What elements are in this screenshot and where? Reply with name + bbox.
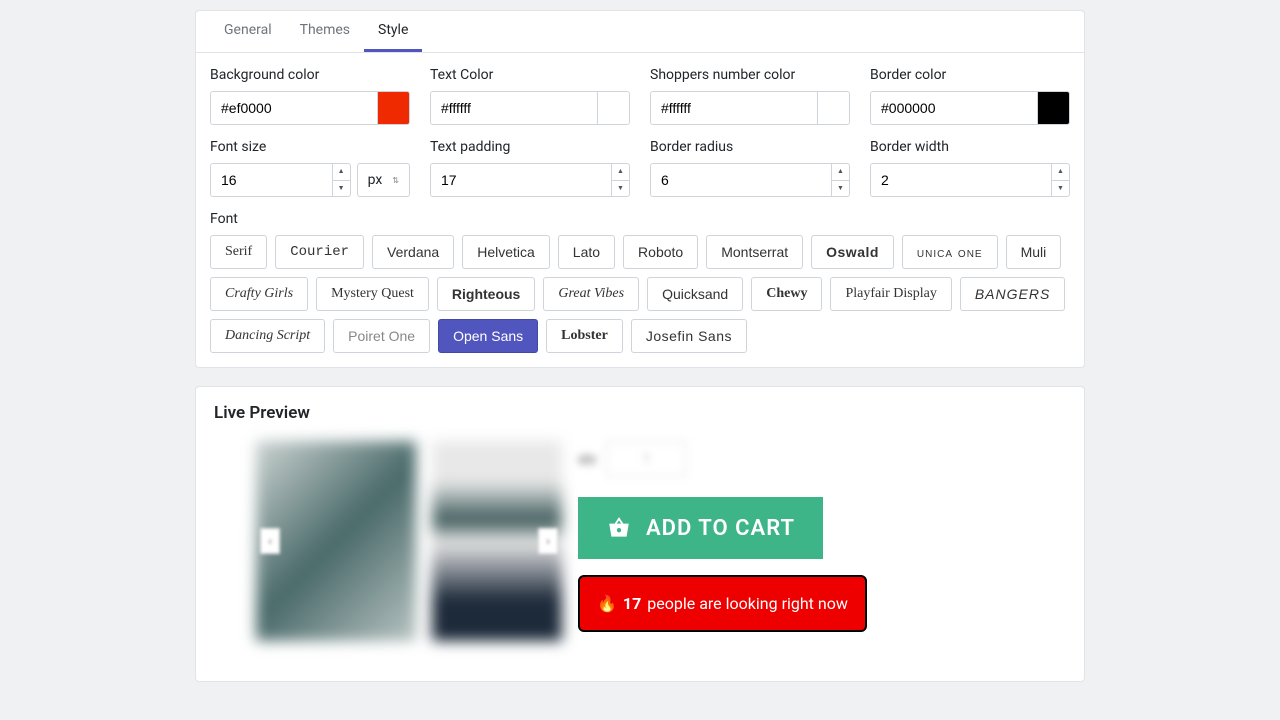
border-color-swatch[interactable] [1037,92,1069,124]
font-option-crafty-girls[interactable]: Crafty Girls [210,277,308,311]
font-option-serif[interactable]: Serif [210,235,267,269]
chevron-up-icon[interactable]: ▲ [333,164,350,181]
chevron-down-icon[interactable]: ▼ [612,181,629,197]
border-width-spinner[interactable]: ▲▼ [1051,164,1069,196]
field-border-color: Border color [870,67,1070,125]
font-option-unica-one[interactable]: unica one [902,235,998,269]
chevron-down-icon[interactable]: ▼ [333,181,350,197]
label-fsize: Font size [210,139,410,155]
label-border: Border color [870,67,1070,83]
bg-color-input[interactable] [211,92,377,124]
font-option-open-sans[interactable]: Open Sans [438,319,538,353]
label-bg: Background color [210,67,410,83]
shoppers-color-swatch[interactable] [817,92,849,124]
font-option-lobster[interactable]: Lobster [546,319,623,353]
font-option-quicksand[interactable]: Quicksand [647,277,743,311]
font-option-dancing-script[interactable]: Dancing Script [210,319,325,353]
field-text-color: Text Color [430,67,630,125]
shoppers-notice: 🔥 17 people are looking right now [578,575,867,632]
font-option-lato[interactable]: Lato [558,235,615,269]
font-picker: SerifCourierVerdanaHelveticaLatoRobotoMo… [210,235,1070,353]
gallery-prev-button[interactable]: ‹ [260,528,280,554]
border-radius-input[interactable] [651,164,831,196]
field-shoppers-color: Shoppers number color [650,67,850,125]
unit-value: px [368,172,383,188]
chevron-down-icon[interactable]: ▼ [832,181,849,197]
font-option-montserrat[interactable]: Montserrat [706,235,803,269]
tabs: General Themes Style [196,11,1084,53]
chevron-up-icon[interactable]: ▲ [612,164,629,181]
border-radius-spinner[interactable]: ▲▼ [831,164,849,196]
text-color-input[interactable] [431,92,597,124]
add-to-cart-button[interactable]: ADD TO CART [578,497,823,559]
font-size-unit-select[interactable]: px ⇅ [357,163,410,197]
label-text: Text Color [430,67,630,83]
label-font: Font [210,211,1070,227]
qty-label: qty [578,452,596,467]
font-size-spinner[interactable]: ▲▼ [332,164,350,196]
preview-title: Live Preview [196,387,1084,431]
shoppers-text: people are looking right now [647,594,848,613]
tab-style[interactable]: Style [364,11,422,52]
caret-icon: ⇅ [392,176,399,185]
border-width-input[interactable] [871,164,1051,196]
font-option-righteous[interactable]: Righteous [437,277,535,311]
label-shoppers: Shoppers number color [650,67,850,83]
bg-color-swatch[interactable] [377,92,409,124]
style-panel: General Themes Style Background color Te… [195,10,1085,368]
label-bwidth: Border width [870,139,1070,155]
chevron-down-icon[interactable]: ▼ [1052,181,1069,197]
product-gallery: ‹ › [256,441,562,641]
field-text-padding: Text padding ▲▼ [430,139,630,197]
font-option-oswald[interactable]: Oswald [811,235,894,269]
shoppers-count: 17 [623,594,641,613]
fire-icon: 🔥 [597,594,617,613]
basket-icon [606,515,632,541]
chevron-up-icon[interactable]: ▲ [832,164,849,181]
font-option-chewy[interactable]: Chewy [751,277,822,311]
font-size-input[interactable] [211,164,332,196]
gallery-next-button[interactable]: › [538,528,558,554]
tab-general[interactable]: General [210,11,286,52]
shoppers-color-input[interactable] [651,92,817,124]
text-color-swatch[interactable] [597,92,629,124]
font-option-muli[interactable]: Muli [1006,235,1062,269]
font-option-mystery-quest[interactable]: Mystery Quest [316,277,429,311]
border-color-input[interactable] [871,92,1037,124]
font-option-courier[interactable]: Courier [275,235,364,269]
product-image-main [256,441,416,641]
label-tpad: Text padding [430,139,630,155]
field-border-width: Border width ▲▼ [870,139,1070,197]
font-option-roboto[interactable]: Roboto [623,235,698,269]
label-bradius: Border radius [650,139,850,155]
font-option-great-vibes[interactable]: Great Vibes [543,277,639,311]
font-option-poiret-one[interactable]: Poiret One [333,319,430,353]
font-option-bangers[interactable]: BANGERS [960,277,1065,311]
qty-selector: qty 1 [578,441,1024,477]
font-option-verdana[interactable]: Verdana [372,235,454,269]
text-padding-input[interactable] [431,164,611,196]
font-option-josefin-sans[interactable]: Josefin Sans [631,319,747,353]
text-padding-spinner[interactable]: ▲▼ [611,164,629,196]
tab-themes[interactable]: Themes [286,11,364,52]
field-border-radius: Border radius ▲▼ [650,139,850,197]
field-background-color: Background color [210,67,410,125]
chevron-up-icon[interactable]: ▲ [1052,164,1069,181]
field-font-size: Font size ▲▼ px ⇅ [210,139,410,197]
font-option-playfair-display[interactable]: Playfair Display [830,277,951,311]
qty-input[interactable]: 1 [606,441,686,477]
add-to-cart-label: ADD TO CART [646,516,795,541]
font-option-helvetica[interactable]: Helvetica [462,235,550,269]
live-preview-panel: Live Preview ‹ › qty 1 ADD TO CART [195,386,1085,682]
